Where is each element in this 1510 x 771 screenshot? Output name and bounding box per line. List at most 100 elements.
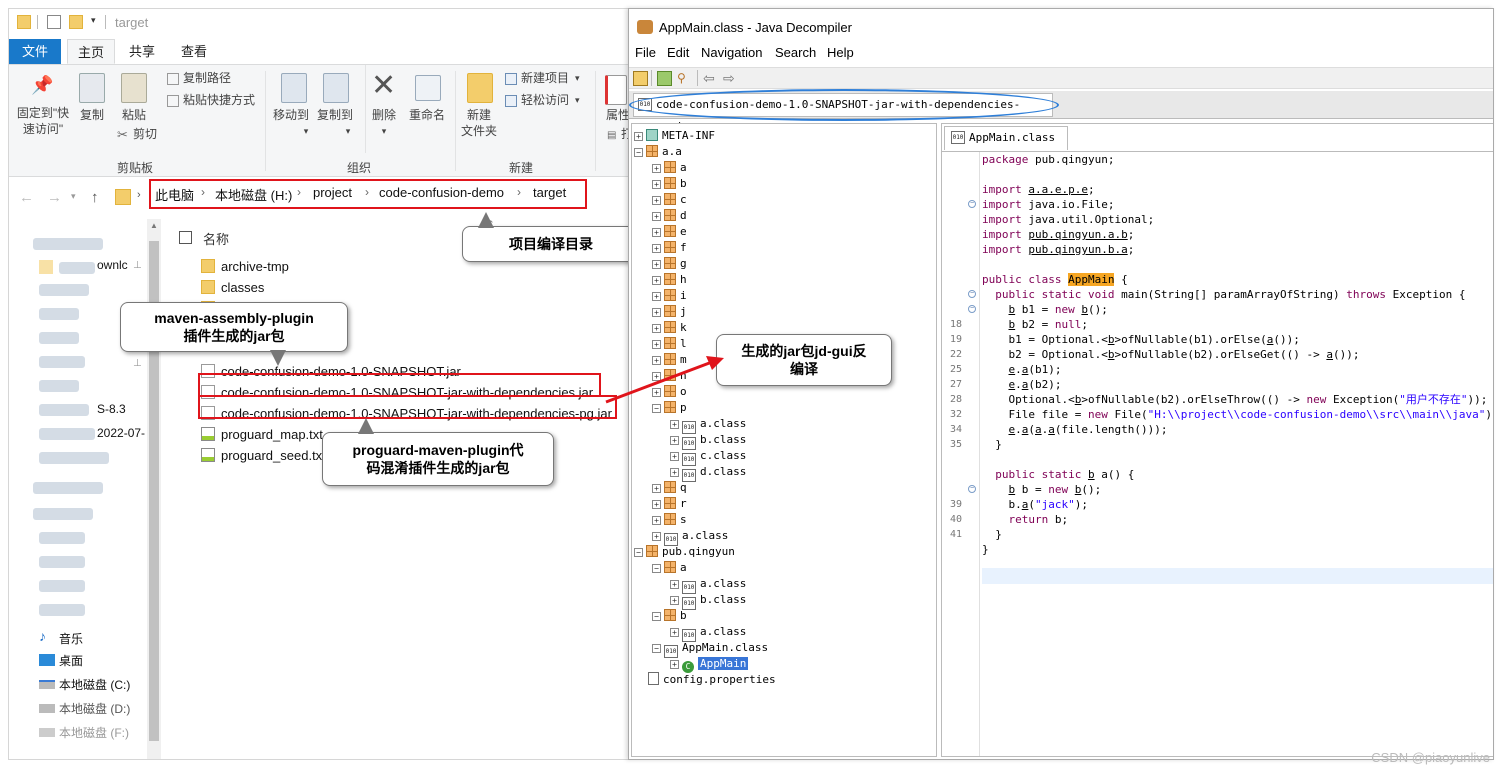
expand-icon[interactable]: +	[652, 292, 661, 301]
code-tab[interactable]: 010 AppMain.class ✕	[944, 126, 1068, 166]
expand-icon[interactable]: +	[670, 628, 679, 637]
open-file-icon[interactable]	[633, 71, 648, 86]
fold-icon[interactable]: −	[968, 485, 976, 493]
new-folder-button[interactable]: 新建 文件夹	[457, 107, 501, 139]
collapse-icon[interactable]: −	[634, 148, 643, 157]
tree-node[interactable]: + b	[652, 176, 687, 192]
up-icon[interactable]: ↑	[91, 189, 99, 206]
menu-edit[interactable]: Edit	[667, 45, 689, 60]
delete-button[interactable]: 删除	[367, 107, 401, 123]
search-icon[interactable]: ⚲	[677, 71, 692, 86]
move-to-button[interactable]: 移动到	[271, 107, 311, 123]
tab-home[interactable]: 主页	[67, 39, 116, 64]
expand-icon[interactable]: +	[670, 452, 679, 461]
tree-node[interactable]: + j	[652, 304, 687, 320]
tree-node[interactable]: + k	[652, 320, 687, 336]
properties-icon[interactable]	[47, 15, 61, 29]
tree-node[interactable]: + C AppMain	[670, 656, 749, 673]
tree-node[interactable]: +010 a.class	[652, 528, 728, 546]
new-item-dropdown-icon[interactable]: ▾	[575, 69, 580, 87]
collapse-icon[interactable]: −	[634, 548, 643, 557]
tree-node[interactable]: − a.a	[634, 144, 682, 160]
expand-icon[interactable]: +	[652, 532, 661, 541]
expand-icon[interactable]: +	[652, 308, 661, 317]
tree-node[interactable]: − a	[652, 560, 687, 576]
tab-view[interactable]: 查看	[171, 39, 217, 64]
delete-dropdown-icon[interactable]: ▾	[379, 123, 389, 139]
menu-file[interactable]: File	[635, 45, 656, 60]
expand-icon[interactable]: +	[652, 212, 661, 221]
tree-node[interactable]: − b	[652, 608, 687, 624]
copy-to-button[interactable]: 复制到	[313, 107, 357, 123]
tree-node[interactable]: + h	[652, 272, 687, 288]
tree-node[interactable]: +010 a.class	[670, 624, 746, 642]
back-icon[interactable]: ←	[19, 189, 34, 206]
tree-node[interactable]: + c	[652, 192, 687, 208]
dropdown-icon[interactable]: ▾	[91, 15, 96, 26]
expand-icon[interactable]: +	[670, 580, 679, 589]
tree-node[interactable]: + a	[652, 160, 687, 176]
expand-icon[interactable]: +	[670, 660, 679, 669]
collapse-icon[interactable]: −	[652, 644, 661, 653]
expand-icon[interactable]: +	[652, 276, 661, 285]
column-header-name[interactable]: 名称	[203, 229, 229, 248]
nav-item-music[interactable]: 音乐	[59, 630, 83, 647]
forward-icon[interactable]: ⇨	[723, 71, 738, 86]
expand-icon[interactable]: +	[670, 420, 679, 429]
tab-file[interactable]: 文件	[9, 39, 61, 64]
paste-shortcut-button[interactable]: 粘贴快捷方式	[183, 91, 255, 109]
tree-node[interactable]: + s	[652, 512, 687, 528]
tree-node[interactable]: + e	[652, 224, 687, 240]
menu-help[interactable]: Help	[827, 45, 854, 60]
copy-button[interactable]: 复制	[75, 107, 109, 123]
nav-item-desktop[interactable]: 桌面	[59, 652, 83, 669]
expand-icon[interactable]: +	[670, 596, 679, 605]
expand-icon[interactable]: +	[652, 228, 661, 237]
tree-node[interactable]: + q	[652, 480, 687, 496]
tree-node[interactable]: +010 b.class	[670, 432, 746, 450]
expand-icon[interactable]: +	[652, 244, 661, 253]
tree-node[interactable]: − pub.qingyun	[634, 544, 735, 560]
nav-item-label[interactable]: ownlc	[97, 258, 128, 272]
collapse-icon[interactable]: −	[652, 564, 661, 573]
fold-icon[interactable]: −	[968, 305, 976, 313]
easy-access-button[interactable]: 轻松访问	[521, 91, 569, 109]
move-to-dropdown-icon[interactable]: ▾	[301, 123, 311, 139]
back-icon[interactable]: ⇦	[703, 71, 718, 86]
file-row[interactable]: proguard_seed.txt	[201, 445, 326, 466]
tree-node[interactable]: −010 AppMain.class	[652, 640, 768, 658]
tree-node[interactable]: + i	[652, 288, 687, 304]
pin-quick-access-button[interactable]: 固定到"快 速访问"	[13, 105, 73, 137]
fold-icon[interactable]: −	[968, 200, 976, 208]
expand-icon[interactable]: +	[652, 516, 661, 525]
tree-node[interactable]: + r	[652, 496, 687, 512]
tree-node[interactable]: +010 b.class	[670, 592, 746, 610]
tree-node[interactable]: +010 a.class	[670, 416, 746, 434]
tree-node[interactable]: +010 a.class	[670, 576, 746, 594]
new-item-button[interactable]: 新建项目	[521, 69, 569, 87]
expand-icon[interactable]: +	[670, 468, 679, 477]
cut-button[interactable]: 剪切	[133, 125, 157, 143]
menu-navigation[interactable]: Navigation	[701, 45, 762, 60]
nav-item-drive-d[interactable]: 本地磁盘 (D:)	[59, 700, 130, 717]
nav-item-drive-f[interactable]: 本地磁盘 (F:)	[59, 724, 129, 741]
file-row[interactable]: proguard_map.txt	[201, 424, 323, 445]
tab-share[interactable]: 共享	[119, 39, 165, 64]
file-row[interactable]: classes	[201, 277, 264, 298]
copy-path-button[interactable]: 复制路径	[183, 69, 231, 87]
tree-node[interactable]: + META-INF	[634, 128, 715, 144]
copy-to-dropdown-icon[interactable]: ▾	[343, 123, 353, 139]
forward-icon[interactable]: →	[47, 189, 62, 206]
nav-item-label[interactable]: S-8.3	[97, 402, 126, 416]
expand-icon[interactable]: +	[652, 324, 661, 333]
expand-icon[interactable]: +	[652, 164, 661, 173]
nav-item-drive-c[interactable]: 本地磁盘 (C:)	[59, 676, 130, 693]
file-row[interactable]: archive-tmp	[201, 256, 289, 277]
nav-item-label[interactable]: 2022-07-	[97, 426, 145, 440]
tree-node[interactable]: config.properties	[634, 672, 776, 688]
expand-icon[interactable]: +	[634, 132, 643, 141]
tree-node[interactable]: + d	[652, 208, 687, 224]
expand-icon[interactable]: +	[652, 484, 661, 493]
expand-icon[interactable]: +	[652, 260, 661, 269]
rename-button[interactable]: 重命名	[405, 107, 449, 123]
